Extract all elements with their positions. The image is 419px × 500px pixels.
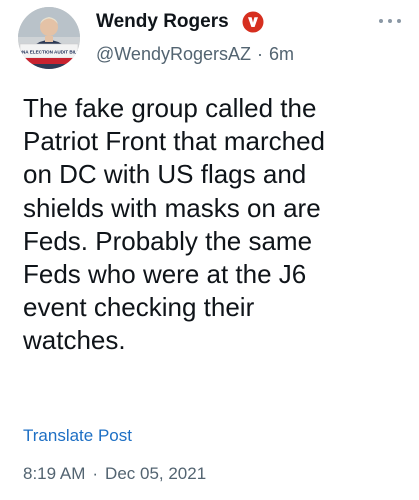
post-body-line: watches. xyxy=(23,325,126,356)
post-body-line: The fake group called the xyxy=(23,93,317,123)
post-body-line: shields with masks on are xyxy=(23,192,321,223)
post-time[interactable]: 8:19 AM xyxy=(23,464,85,483)
post-date[interactable]: Dec 05, 2021 xyxy=(105,464,206,483)
meta-separator: · xyxy=(257,44,263,64)
more-options-icon[interactable] xyxy=(377,14,403,28)
post-body: The fake group called the Patriot Front … xyxy=(23,92,408,358)
relative-time[interactable]: 6m xyxy=(269,44,294,65)
post-body-line: Patriot Front that marched xyxy=(23,126,326,157)
avatar-sign-text: ONA ELECTION AUDIT BILL xyxy=(18,50,79,55)
avatar[interactable]: ONA ELECTION AUDIT BILL xyxy=(18,7,80,69)
post-body-line: Feds who were at the J6 xyxy=(23,259,307,290)
timestamp-separator: · xyxy=(92,464,99,483)
post-body-line: event checking their xyxy=(23,292,255,323)
verified-badge-icon xyxy=(242,11,264,33)
translate-post-link[interactable]: Translate Post xyxy=(23,426,132,446)
author-handle[interactable]: @WendyRogersAZ xyxy=(96,44,251,65)
post-timestamp: 8:19 AM · Dec 05, 2021 xyxy=(23,464,206,484)
author-meta-row: @WendyRogersAZ · 6m xyxy=(96,44,294,65)
post-body-line: on DC with US flags and xyxy=(23,159,307,190)
author-display-name[interactable]: Wendy Rogers xyxy=(96,11,229,33)
post-body-line: Feds. Probably the same xyxy=(23,225,313,256)
